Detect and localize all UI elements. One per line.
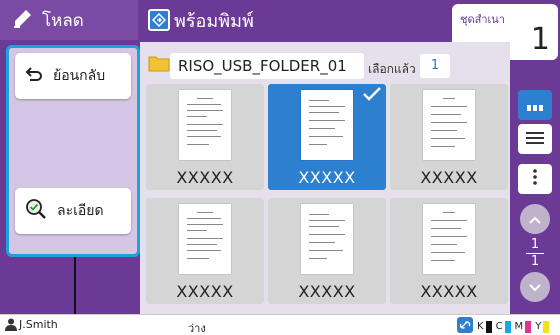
ready-icon [148, 9, 170, 31]
ink-k-swatch [485, 320, 492, 333]
link-icon [457, 317, 473, 335]
detail-label: ละเอียด [57, 203, 104, 219]
file-thumbnail[interactable]: XXXXX [268, 198, 386, 304]
mode-header: โหลด [0, 0, 138, 40]
ink-k-label: K [477, 321, 484, 332]
back-button[interactable]: ย้อนกลับ [15, 53, 131, 99]
file-thumbnail[interactable]: XXXXX [146, 84, 264, 190]
thumbnail-view-icon [527, 96, 543, 115]
copies-caption: ชุดสำเนา [460, 13, 505, 26]
page-total: 1 [530, 254, 540, 269]
user-name[interactable]: J.Smith [19, 318, 58, 331]
page-indicator: 1 1 [520, 238, 550, 269]
back-label: ย้อนกลับ [53, 68, 106, 84]
view-controls: 1 1 [510, 82, 560, 314]
status-bar: J.Smith ว่าง K C M Y [0, 314, 560, 335]
page-preview [179, 204, 231, 274]
screen-title: พร้อมพิมพ์ [174, 10, 254, 32]
folder-icon [148, 54, 170, 72]
file-thumbnail[interactable]: XXXXX [268, 84, 386, 190]
scroll-down-button[interactable] [520, 272, 550, 302]
mode-label: โหลด [42, 10, 84, 31]
file-browser: RISO_USB_FOLDER_01 เลือกแล้ว 1 XXXXX XXXX… [140, 42, 510, 314]
check-icon [362, 86, 382, 106]
folder-name[interactable]: RISO_USB_FOLDER_01 [170, 53, 364, 79]
file-name: XXXXX [420, 168, 478, 187]
page-preview [301, 90, 353, 160]
page-preview [423, 204, 475, 274]
file-name: XXXXX [176, 168, 234, 187]
file-thumbnail[interactable]: XXXXX [390, 84, 508, 190]
scroll-up-button[interactable] [520, 204, 550, 234]
file-thumbnail[interactable]: XXXXX [390, 198, 508, 304]
ink-m-swatch [525, 320, 532, 333]
page-preview [301, 204, 353, 274]
ink-c-swatch [504, 320, 511, 333]
screen-title-bar: พร้อมพิมพ์ [140, 0, 450, 40]
chevron-up-icon [528, 210, 542, 229]
more-vertical-icon [533, 169, 537, 189]
thumbnail-view-button[interactable] [518, 90, 552, 120]
file-name: XXXXX [298, 282, 356, 301]
load-icon [12, 7, 34, 33]
selected-count: 1 [420, 54, 450, 78]
page-preview [179, 90, 231, 160]
magnifier-check-icon [25, 198, 47, 224]
page-current: 1 [530, 237, 540, 252]
ink-y-swatch [543, 320, 550, 333]
selected-label: เลือกแล้ว [368, 62, 416, 76]
back-arrow-icon [25, 66, 43, 86]
ink-m-label: M [514, 321, 524, 332]
file-name: XXXXX [176, 282, 234, 301]
copies-value: 1 [530, 22, 550, 57]
chevron-down-icon [528, 278, 542, 297]
list-view-icon [526, 130, 544, 149]
list-view-button[interactable] [518, 124, 552, 154]
ink-y-label: Y [535, 321, 542, 332]
ink-levels: K C M Y [457, 317, 550, 335]
detail-button[interactable]: ละเอียด [15, 188, 131, 234]
more-options-button[interactable] [518, 164, 552, 194]
file-thumbnail[interactable]: XXXXX [146, 198, 264, 304]
file-name: XXXXX [298, 168, 356, 187]
page-preview [423, 90, 475, 160]
user-icon [5, 318, 17, 334]
sub-menu-panel: ย้อนกลับ ละเอียด [6, 45, 140, 257]
file-name: XXXXX [420, 282, 478, 301]
printer-status: ว่าง [188, 322, 206, 335]
ink-c-label: C [495, 321, 503, 332]
